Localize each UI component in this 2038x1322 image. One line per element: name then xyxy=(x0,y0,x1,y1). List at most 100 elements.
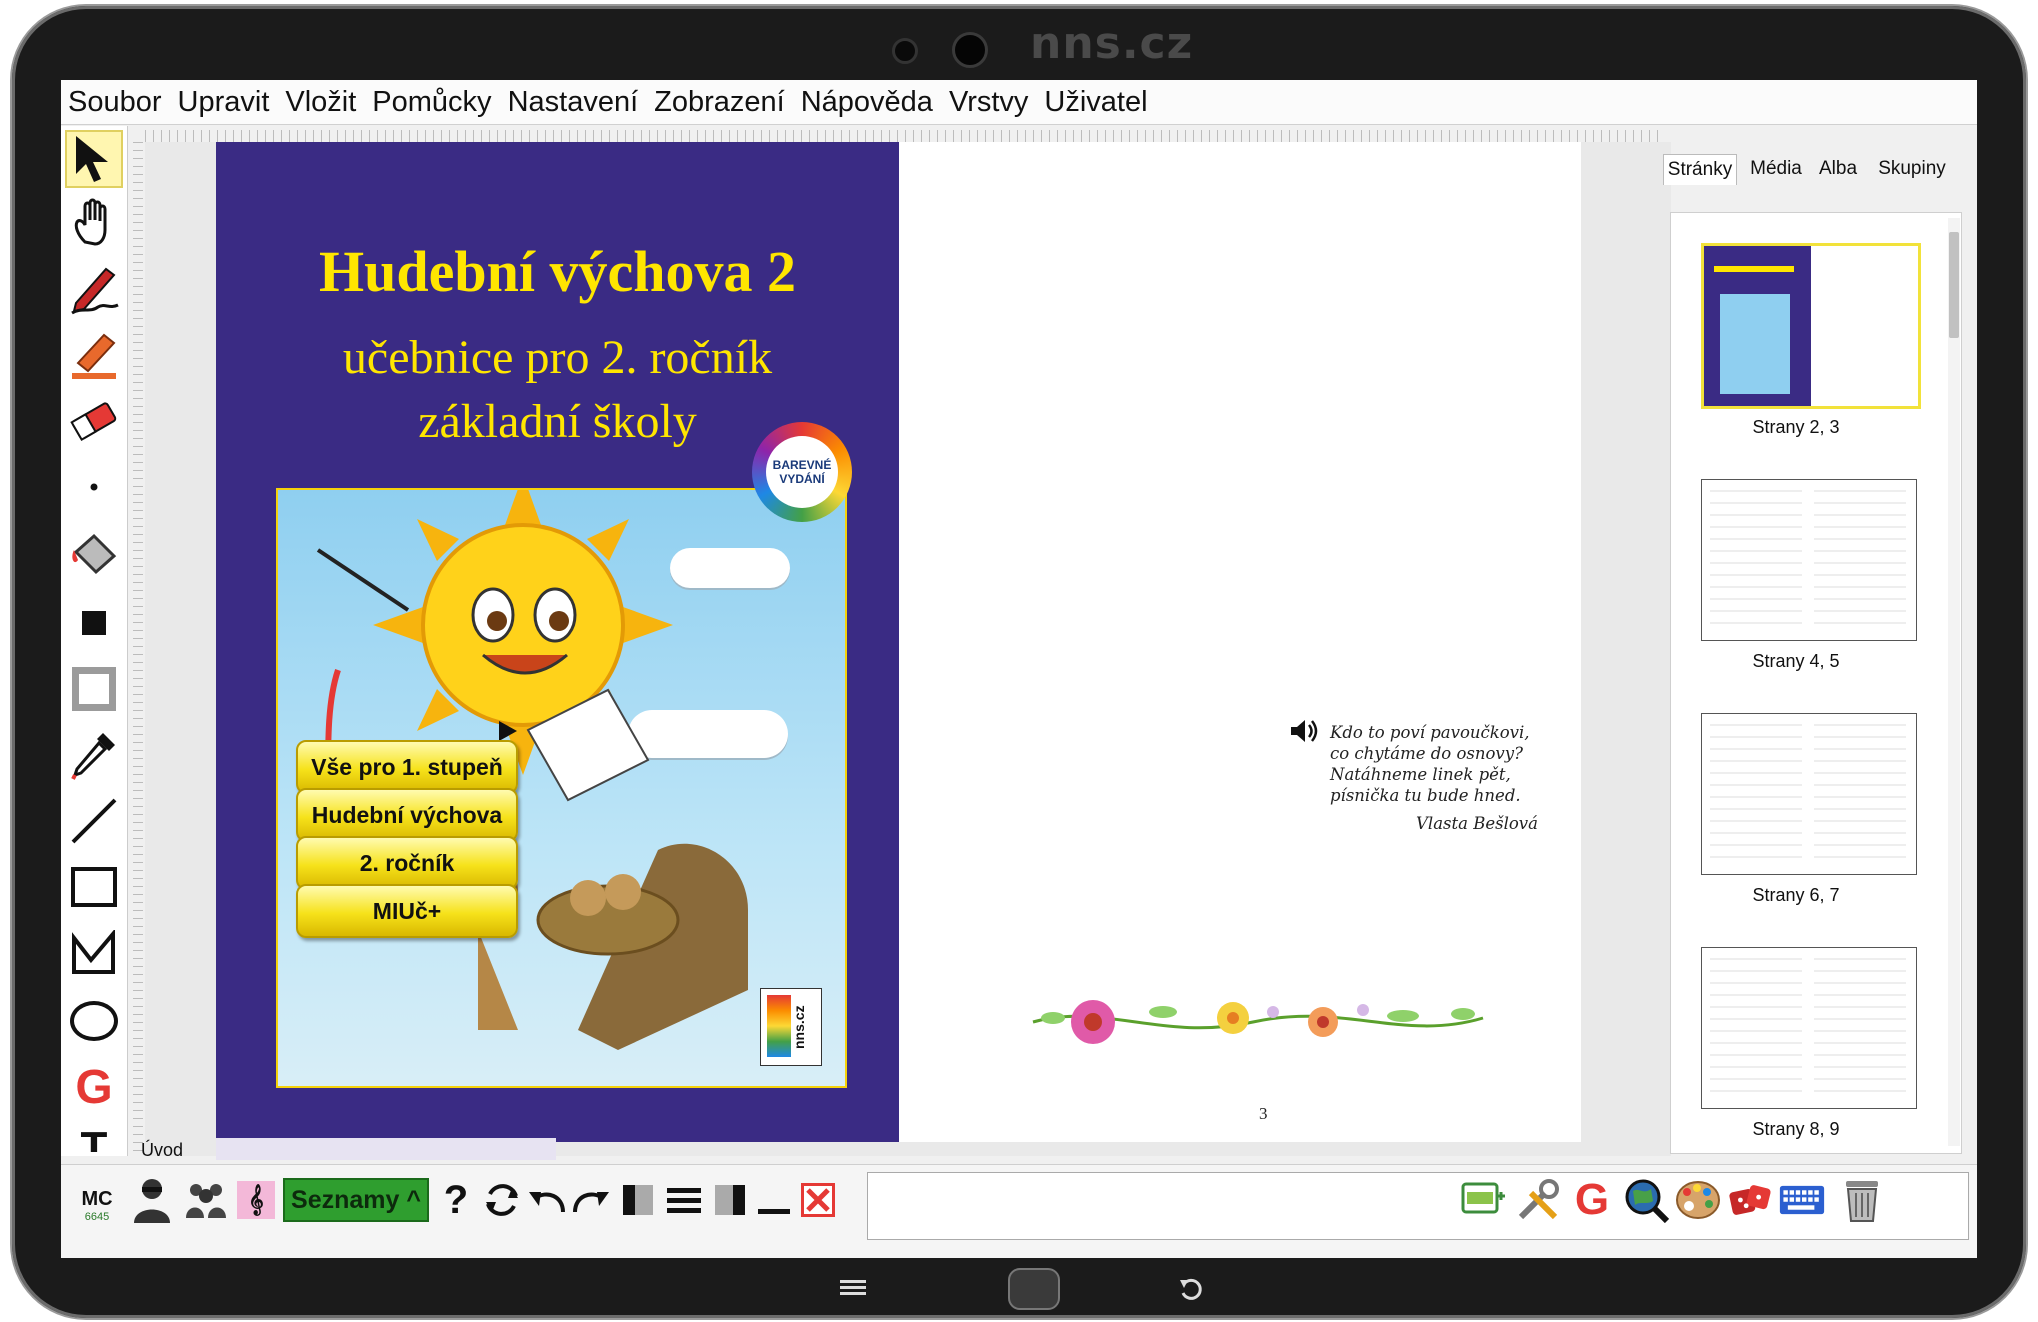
thumbnail-label-6-7: Strany 6, 7 xyxy=(1752,885,1840,905)
vertical-ruler xyxy=(133,142,143,1152)
cover-button-4[interactable]: MIUč+ xyxy=(296,884,518,938)
menu-nastaveni[interactable]: Nastavení xyxy=(508,86,639,119)
thumbnail-label-4-5: Strany 4, 5 xyxy=(1752,651,1840,671)
dot-size-icon[interactable] xyxy=(65,458,123,516)
lists-button[interactable]: Seznamy ^ xyxy=(283,1178,429,1222)
cover-title: Hudební výchova 2 xyxy=(319,239,796,304)
sidebar-tabs: Stránky Média Alba Skupiny xyxy=(1663,146,1963,186)
poem-line-4: písnička tu bude hned. xyxy=(1330,786,1521,805)
minimize-icon[interactable] xyxy=(751,1176,797,1224)
layer-tab-uvod[interactable]: Úvod xyxy=(141,1140,203,1162)
page-thumbnails: Strany 2, 3 Strany 4, 5 Strany 6, 7 Stra… xyxy=(1670,212,1962,1154)
select-tool-icon[interactable] xyxy=(65,130,123,188)
menu-upravit[interactable]: Upravit xyxy=(178,86,270,119)
undo-icon[interactable] xyxy=(523,1176,569,1224)
line-tool-icon[interactable] xyxy=(65,792,123,850)
flower-ornament xyxy=(1032,1000,1484,1044)
group-icon[interactable] xyxy=(183,1176,229,1224)
thumbnails-scrollbar[interactable] xyxy=(1948,218,1960,1146)
rectangle-tool-icon[interactable] xyxy=(65,858,123,916)
menu-bar: Soubor Upravit Vložit Pomůcky Nastavení … xyxy=(61,80,1977,125)
back-icon[interactable] xyxy=(1178,1276,1204,1306)
tab-media[interactable]: Média xyxy=(1741,154,1811,184)
cover-button-1[interactable]: Vše pro 1. stupeň xyxy=(296,740,518,794)
filled-square-icon[interactable] xyxy=(65,594,123,652)
badge-line2: VYDÁNÍ xyxy=(779,472,825,486)
redo-icon[interactable] xyxy=(569,1176,615,1224)
mc-label: MC xyxy=(81,1188,113,1210)
tools-wrench-icon[interactable] xyxy=(1515,1176,1561,1224)
cover-button-2[interactable]: Hudební výchova xyxy=(296,788,518,842)
thumbnail-pages-2-3[interactable] xyxy=(1701,243,1921,409)
show-right-panel-icon[interactable] xyxy=(707,1176,753,1224)
publisher-logo-text: nns.cz xyxy=(791,1005,807,1049)
text-tool-icon[interactable]: T xyxy=(65,1122,123,1152)
app-screen: Soubor Upravit Vložit Pomůcky Nastavení … xyxy=(61,80,1977,1258)
thumbnail-pages-4-5[interactable] xyxy=(1701,479,1917,641)
cover-subtitle-line1: učebnice pro 2. ročník xyxy=(342,331,773,384)
camera-lens-icon xyxy=(952,32,988,68)
badge-line1: BAREVNÉ xyxy=(772,458,832,472)
page-number: 3 xyxy=(1259,1104,1268,1123)
thumbnail-pages-8-9[interactable] xyxy=(1701,947,1917,1109)
refresh-icon[interactable] xyxy=(479,1176,525,1224)
virtual-keyboard-tablet-icon[interactable] xyxy=(1459,1176,1505,1224)
menu-vlozit[interactable]: Vložit xyxy=(285,86,356,119)
tab-stranky[interactable]: Stránky xyxy=(1663,154,1737,185)
thumbnail-label-2-3: Strany 2, 3 xyxy=(1752,417,1840,437)
home-button[interactable] xyxy=(1008,1268,1060,1310)
keyboard-icon[interactable] xyxy=(1779,1176,1825,1224)
geogebra-icon[interactable]: G xyxy=(1569,1175,1615,1224)
dice-icon[interactable] xyxy=(1727,1176,1773,1224)
status-strip xyxy=(216,1138,556,1160)
menu-zobrazeni[interactable]: Zobrazení xyxy=(654,86,785,119)
eraser-tool-icon[interactable] xyxy=(65,392,123,450)
paint-palette-icon[interactable] xyxy=(1675,1176,1721,1224)
cover-illustration: Vše pro 1. stupeň Hudební výchova 2. roč… xyxy=(276,488,847,1088)
recent-apps-icon[interactable] xyxy=(840,1278,866,1302)
show-left-panel-icon[interactable] xyxy=(615,1176,661,1224)
tab-alba[interactable]: Alba xyxy=(1813,154,1863,184)
thumbnail-pages-6-7[interactable] xyxy=(1701,713,1917,875)
device-brand: nns.cz xyxy=(1030,18,1194,69)
cover-button-3[interactable]: 2. ročník xyxy=(296,836,518,890)
music-notes-icon[interactable]: 𝄞 xyxy=(233,1176,279,1224)
thumbnails-scrollbar-thumb[interactable] xyxy=(1949,232,1959,338)
globe-search-icon[interactable] xyxy=(1623,1176,1669,1224)
user-icon[interactable] xyxy=(129,1176,175,1224)
poem-line-1: Kdo to poví pavoučkovi, xyxy=(1330,723,1530,742)
help-button[interactable]: ? xyxy=(433,1176,479,1224)
polygon-tool-icon[interactable] xyxy=(65,924,123,982)
book-cover[interactable]: Hudební výchova 2 učebnice pro 2. ročník… xyxy=(216,142,899,1142)
poem-author: Vlasta Bešlová xyxy=(1416,814,1538,833)
trash-icon[interactable] xyxy=(1839,1176,1885,1224)
speaker-icon[interactable] xyxy=(1289,718,1319,748)
poem-line-3: Natáhneme linek pět, xyxy=(1330,765,1511,784)
hand-tool-icon[interactable] xyxy=(65,194,123,252)
fill-bucket-icon[interactable] xyxy=(65,526,123,584)
mc-number: 6645 xyxy=(84,1211,110,1223)
poem-line-2: co chytáme do osnovy? xyxy=(1330,744,1523,763)
poem-text: Kdo to poví pavoučkovi, co chytáme do os… xyxy=(1330,722,1530,806)
tools-toolbar: G T xyxy=(61,126,128,1156)
close-icon[interactable] xyxy=(795,1176,841,1224)
thumbnail-label-8-9: Strany 8, 9 xyxy=(1752,1119,1840,1139)
horizontal-ruler xyxy=(145,130,1665,142)
menu-napoveda[interactable]: Nápověda xyxy=(801,86,933,119)
tab-skupiny[interactable]: Skupiny xyxy=(1867,154,1957,184)
publisher-logo: nns.cz xyxy=(760,988,822,1066)
border-square-icon[interactable] xyxy=(65,660,123,718)
mc-counter[interactable]: MC 6645 xyxy=(77,1188,117,1223)
ellipse-tool-icon[interactable] xyxy=(65,992,123,1050)
eyedropper-tool-icon[interactable] xyxy=(65,726,123,784)
camera-sensor-icon xyxy=(892,38,918,64)
menu-lines-icon[interactable] xyxy=(661,1176,707,1224)
colour-edition-badge: BAREVNÉ VYDÁNÍ xyxy=(752,422,852,522)
menu-soubor[interactable]: Soubor xyxy=(68,86,162,119)
geogebra-tool-icon[interactable]: G xyxy=(65,1058,123,1116)
menu-pomucky[interactable]: Pomůcky xyxy=(372,86,491,119)
highlighter-tool-icon[interactable] xyxy=(65,326,123,384)
menu-uzivatel[interactable]: Uživatel xyxy=(1044,86,1147,119)
menu-vrstvy[interactable]: Vrstvy xyxy=(949,86,1028,119)
pen-tool-icon[interactable] xyxy=(65,260,123,318)
